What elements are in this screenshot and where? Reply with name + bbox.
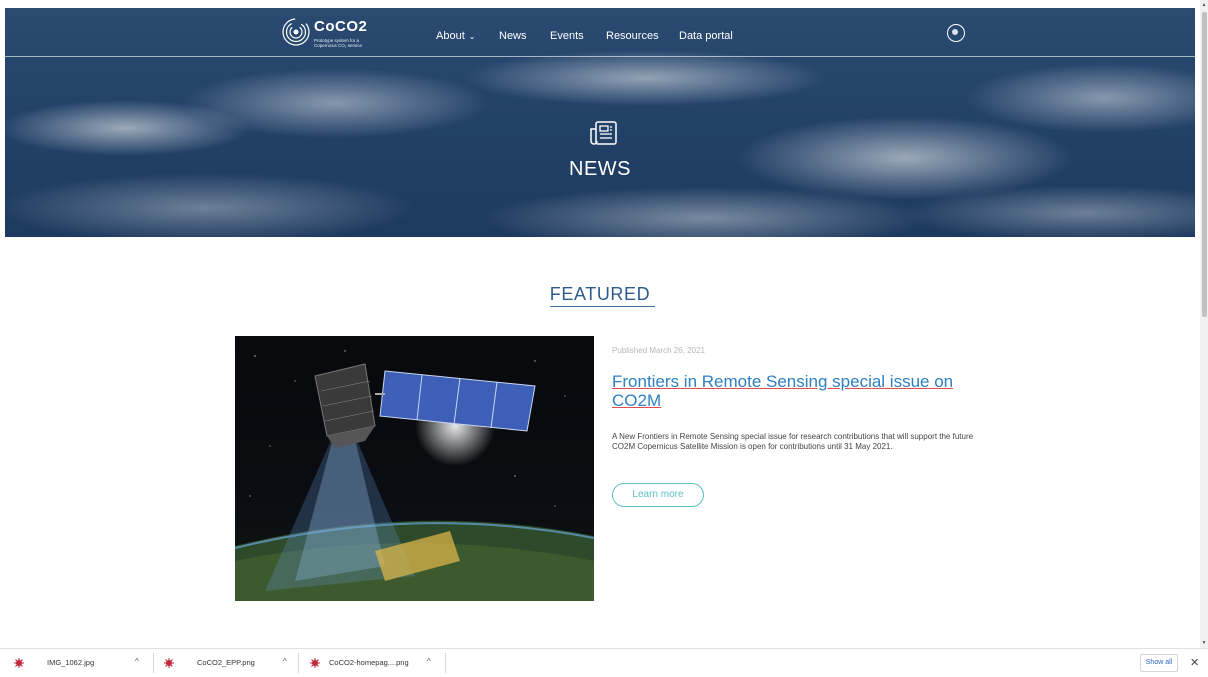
nav-item-resources[interactable]: Resources xyxy=(606,30,659,42)
hero-title: NEWS xyxy=(569,158,631,180)
featured-heading: FEATURED xyxy=(549,284,651,304)
learn-more-button[interactable]: Learn more xyxy=(612,483,704,507)
download-file-name: CoCO2_EPP.png xyxy=(197,658,255,667)
hero-banner: CoCO2 Prototype system for a Copernicus … xyxy=(5,8,1195,237)
logo-spiral-icon xyxy=(282,18,310,46)
scrollbar-thumb[interactable] xyxy=(1202,12,1207,317)
download-separator xyxy=(298,653,299,673)
article-description: A New Frontiers in Remote Sensing specia… xyxy=(612,432,974,451)
article-title-link[interactable]: Frontiers in Remote Sensing special issu… xyxy=(612,372,972,410)
logo-name: CoCO2 xyxy=(314,18,368,35)
download-file-name: CoCO2-homepag....png xyxy=(329,658,409,667)
downloads-bar: IMG_1062.jpg ^ CoCO2_EPP.png ^ CoCO2-hom… xyxy=(0,648,1208,677)
show-all-button[interactable]: Show all xyxy=(1140,654,1178,672)
hero-divider xyxy=(5,56,1195,57)
chevron-up-icon[interactable]: ^ xyxy=(427,657,431,666)
satellite-illustration xyxy=(235,350,594,601)
nav-item-events[interactable]: Events xyxy=(550,30,584,42)
satellite-over-earth-image[interactable] xyxy=(235,336,594,601)
chevron-up-icon[interactable]: ^ xyxy=(135,657,139,666)
newspaper-icon xyxy=(590,121,617,145)
image-file-icon xyxy=(310,658,320,668)
image-file-icon xyxy=(164,658,174,668)
download-separator xyxy=(445,653,446,673)
chevron-up-icon[interactable]: ^ xyxy=(283,657,287,666)
close-icon[interactable]: ✕ xyxy=(1190,656,1199,669)
download-separator xyxy=(153,653,154,673)
nav-item-about[interactable]: About ⌄ xyxy=(436,30,475,42)
image-file-icon xyxy=(14,658,24,668)
download-item[interactable]: CoCO2_EPP.png ^ xyxy=(164,649,294,677)
logo-tagline: Prototype system for a Copernicus CO₂ se… xyxy=(314,38,384,48)
compass-icon[interactable] xyxy=(947,24,965,42)
featured-underline xyxy=(550,306,655,307)
browser-viewport: CoCO2 Prototype system for a Copernicus … xyxy=(0,0,1200,648)
download-item[interactable]: IMG_1062.jpg ^ xyxy=(14,649,149,677)
scroll-down-arrow-icon[interactable]: ▼ xyxy=(1201,640,1207,646)
published-date: Published March 26, 2021 xyxy=(612,346,705,355)
scroll-up-arrow-icon[interactable]: ▲ xyxy=(1201,2,1207,8)
chevron-down-icon: ⌄ xyxy=(468,32,476,41)
logo-tagline-line2: Copernicus CO₂ service xyxy=(314,43,363,48)
download-file-name: IMG_1062.jpg xyxy=(47,658,95,667)
nav-item-about-label: About xyxy=(436,30,465,42)
nav-item-news[interactable]: News xyxy=(499,30,527,42)
nav-item-data-portal[interactable]: Data portal xyxy=(679,30,733,42)
download-item[interactable]: CoCO2-homepag....png ^ xyxy=(310,649,440,677)
coco2-logo[interactable]: CoCO2 Prototype system for a Copernicus … xyxy=(281,17,381,49)
